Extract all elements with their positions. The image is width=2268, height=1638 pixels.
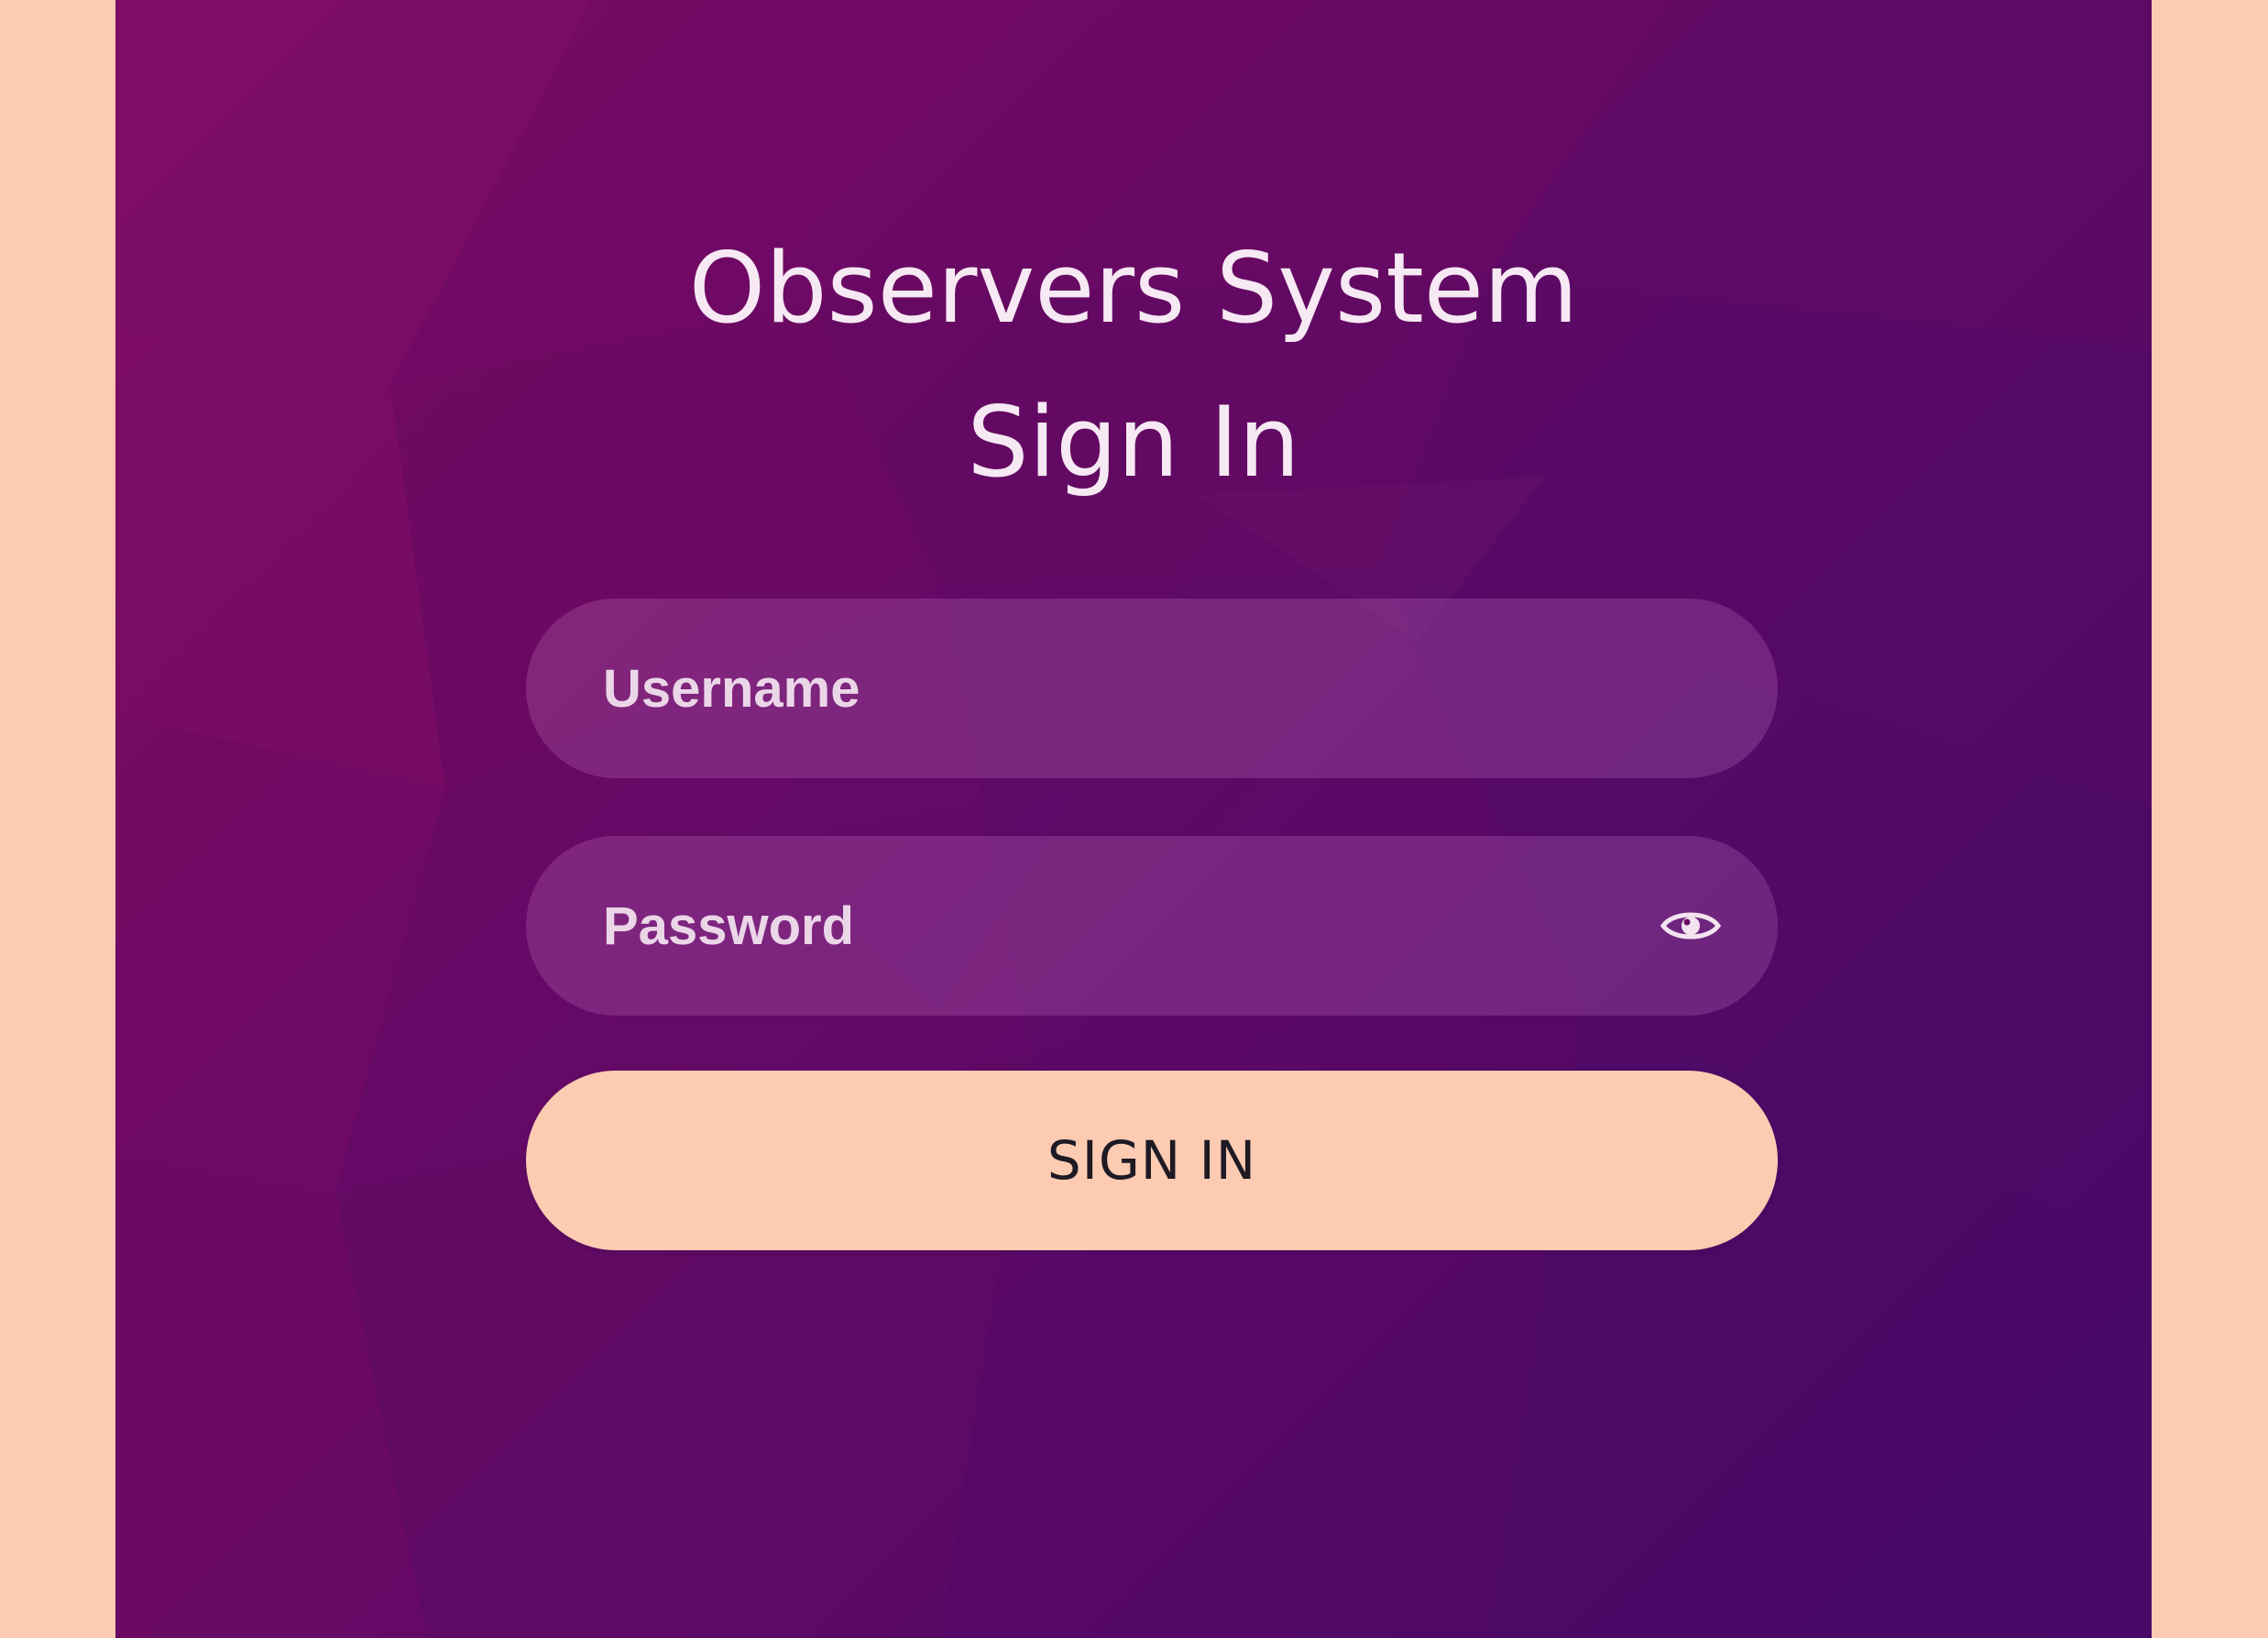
- password-field: [526, 836, 1778, 1016]
- page-title: Sign In: [967, 386, 1300, 499]
- password-input[interactable]: [603, 836, 1659, 1016]
- sign-in-button[interactable]: SIGN IN: [526, 1071, 1778, 1250]
- eye-icon-graphic: [1660, 912, 1721, 940]
- eye-icon[interactable]: [1659, 903, 1723, 949]
- login-panel: Observers System Sign In SIGN IN: [115, 0, 2152, 1638]
- app-title: Observers System: [688, 232, 1579, 345]
- username-input[interactable]: [603, 599, 1723, 778]
- username-field: [526, 599, 1778, 778]
- page: Observers System Sign In SIGN IN: [0, 0, 2268, 1638]
